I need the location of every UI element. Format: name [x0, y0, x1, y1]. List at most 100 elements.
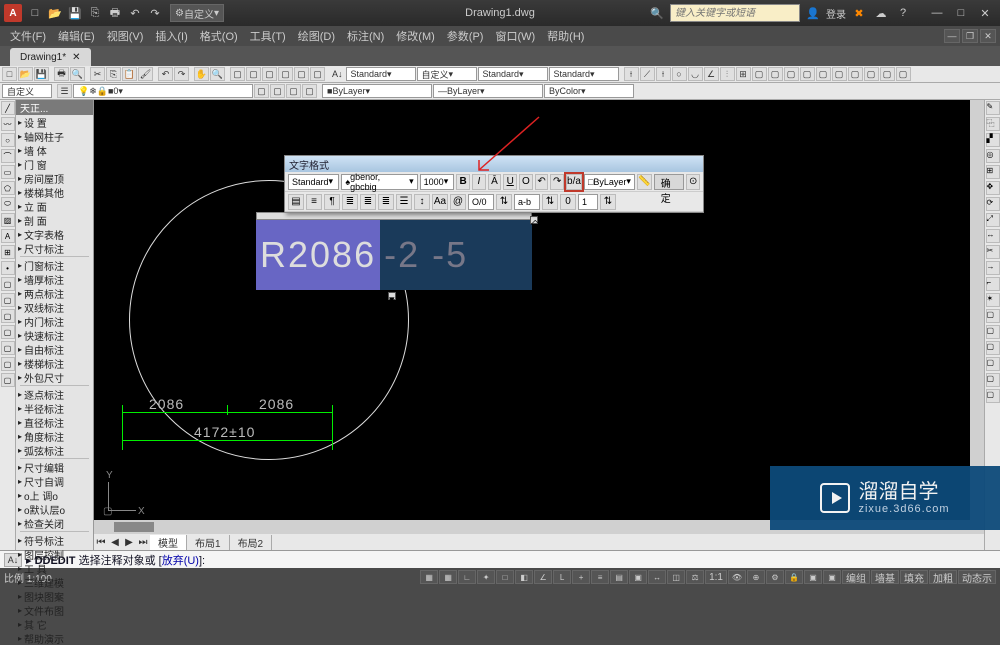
- explode-icon[interactable]: ✶: [986, 293, 1000, 307]
- minimize-button[interactable]: —: [926, 4, 948, 22]
- sidebar-item[interactable]: ▸半径标注: [16, 401, 93, 415]
- status-fill-ind[interactable]: 填充: [900, 570, 928, 584]
- plotstyle-dropdown[interactable]: ByColor ▾: [544, 84, 634, 98]
- rect-icon[interactable]: ▭: [1, 165, 15, 179]
- layout-nav-last-icon[interactable]: ⏭: [136, 537, 150, 548]
- array-icon[interactable]: ⊞: [986, 165, 1000, 179]
- sidebar-item[interactable]: ▸墙 体: [16, 143, 93, 157]
- me-overline-button[interactable]: Ā: [488, 174, 502, 190]
- status-group-ind[interactable]: 编组: [842, 570, 870, 584]
- sidebar-item[interactable]: ▸外包尺寸: [16, 370, 93, 384]
- textstyle-dropdown[interactable]: Standard ▾: [346, 67, 416, 81]
- sidebar-item[interactable]: ▸符号标注: [16, 533, 93, 547]
- circle-icon[interactable]: ○: [1, 133, 15, 147]
- sidebar-item[interactable]: ▸内门标注: [16, 314, 93, 328]
- help-search-input[interactable]: [670, 4, 800, 22]
- sidebar-item[interactable]: ▸o默认层o: [16, 502, 93, 516]
- hatch-icon[interactable]: ▨: [1, 213, 15, 227]
- tb-dim-8[interactable]: ⊞: [736, 67, 751, 81]
- sidebar-item[interactable]: ▸文件布图: [16, 603, 93, 617]
- tb-paste-icon[interactable]: 📋: [122, 67, 137, 81]
- more-1-icon[interactable]: ▢: [1, 277, 15, 291]
- menu-window[interactable]: 窗口(W): [489, 28, 541, 44]
- status-dyn-icon[interactable]: +: [572, 570, 590, 584]
- mirror-icon[interactable]: ▞: [986, 133, 1000, 147]
- status-autoscale-icon[interactable]: ⊕: [747, 570, 765, 584]
- layer-btn-1[interactable]: ▢: [254, 84, 269, 98]
- me-columns-icon[interactable]: ▤: [288, 194, 304, 210]
- cloud-icon[interactable]: ☁: [872, 4, 890, 22]
- menu-help[interactable]: 帮助(H): [541, 28, 590, 44]
- me-font-dropdown[interactable]: ♠ gbenor, gbcbig ▾: [341, 174, 417, 190]
- status-sc-icon[interactable]: ↔: [648, 570, 666, 584]
- document-tab-close-icon[interactable]: ✕: [72, 52, 80, 63]
- vertical-scrollbar[interactable]: [970, 100, 984, 520]
- me-symbol-button[interactable]: @: [450, 194, 466, 210]
- mod-more-6[interactable]: ▢: [986, 389, 1000, 403]
- move-icon[interactable]: ✥: [986, 181, 1000, 195]
- sidebar-item[interactable]: ▸角度标注: [16, 429, 93, 443]
- tb-dim-16[interactable]: ▢: [864, 67, 879, 81]
- layer-btn-2[interactable]: ▢: [270, 84, 285, 98]
- menu-tools[interactable]: 工具(T): [244, 28, 292, 44]
- sidebar-item[interactable]: ▸剖 面: [16, 213, 93, 227]
- me-width-spin[interactable]: ⇅: [600, 194, 616, 210]
- qat-new-icon[interactable]: □: [26, 4, 44, 22]
- status-tpy-icon[interactable]: ▤: [610, 570, 628, 584]
- sidebar-item[interactable]: ▸工 具: [16, 561, 93, 575]
- mod-more-5[interactable]: ▢: [986, 373, 1000, 387]
- sidebar-item[interactable]: ▸快速标注: [16, 328, 93, 342]
- color-dropdown[interactable]: ■ ByLayer ▾: [322, 84, 432, 98]
- tb-dim-11[interactable]: ▢: [784, 67, 799, 81]
- layer-dropdown[interactable]: 💡❄🔒■ 0 ▾: [73, 84, 253, 98]
- tb-zoom-icon[interactable]: 🔍: [210, 67, 225, 81]
- mod-more-4[interactable]: ▢: [986, 357, 1000, 371]
- sidebar-item[interactable]: ▸自由标注: [16, 342, 93, 356]
- sidebar-item[interactable]: ▸三维建模: [16, 575, 93, 589]
- me-linesp-icon[interactable]: ↕: [414, 194, 430, 210]
- status-model-icon[interactable]: ◫: [667, 570, 685, 584]
- sidebar-item[interactable]: ▸逐点标注: [16, 387, 93, 401]
- arc-icon[interactable]: ⌒: [1, 149, 15, 163]
- sidebar-item[interactable]: ▸其 它: [16, 617, 93, 631]
- me-align-left-icon[interactable]: ≣: [342, 194, 358, 210]
- signin-icon[interactable]: 👤: [804, 4, 822, 22]
- menu-dimension[interactable]: 标注(N): [341, 28, 390, 44]
- status-lock-icon[interactable]: 🔒: [785, 570, 803, 584]
- sidebar-item[interactable]: ▸直径标注: [16, 415, 93, 429]
- ellipse-icon[interactable]: ⬭: [1, 197, 15, 211]
- me-widthfactor-input[interactable]: 1: [578, 194, 598, 210]
- status-osnap-icon[interactable]: □: [496, 570, 514, 584]
- tb-dim-4[interactable]: ○: [672, 67, 687, 81]
- tb-dim-18[interactable]: ▢: [896, 67, 911, 81]
- sidebar-item[interactable]: ▸立 面: [16, 199, 93, 213]
- tb-save-icon[interactable]: 💾: [34, 67, 49, 81]
- qat-saveas-icon[interactable]: ⎘: [86, 4, 104, 22]
- sidebar-item[interactable]: ▸楼梯其他: [16, 185, 93, 199]
- menu-format[interactable]: 格式(O): [194, 28, 244, 44]
- tb-copy-icon[interactable]: ⎘: [106, 67, 121, 81]
- menu-modify[interactable]: 修改(M): [390, 28, 441, 44]
- status-iso-icon[interactable]: ▣: [823, 570, 841, 584]
- tb-dim-14[interactable]: ▢: [832, 67, 847, 81]
- extend-icon[interactable]: →: [986, 261, 1000, 275]
- text-icon[interactable]: A: [1, 229, 15, 243]
- me-italic-button[interactable]: I: [472, 174, 486, 190]
- me-stack-button[interactable]: b/a: [566, 174, 582, 190]
- layer-btn-4[interactable]: ▢: [302, 84, 317, 98]
- sidebar-item[interactable]: ▸门 窗: [16, 157, 93, 171]
- document-tab[interactable]: Drawing1* ✕: [10, 48, 91, 66]
- sidebar-item[interactable]: ▸图块图案: [16, 589, 93, 603]
- mtext-rest-text[interactable]: -2 -5: [380, 220, 532, 290]
- status-annoscale-value[interactable]: 1:1: [705, 570, 727, 584]
- close-button[interactable]: ✕: [974, 4, 996, 22]
- me-tracking-input[interactable]: a-b: [514, 194, 540, 210]
- tb-open-icon[interactable]: 📂: [18, 67, 33, 81]
- app-logo[interactable]: A: [4, 4, 22, 22]
- sidebar-item[interactable]: ▸尺寸标注: [16, 241, 93, 255]
- sidebar-item[interactable]: ▸o上 调o: [16, 488, 93, 502]
- qat-undo-icon[interactable]: ↶: [126, 4, 144, 22]
- tablestyle-dropdown[interactable]: Standard ▾: [478, 67, 548, 81]
- sidebar-item[interactable]: ▸文字表格: [16, 227, 93, 241]
- more-7-icon[interactable]: ▢: [1, 373, 15, 387]
